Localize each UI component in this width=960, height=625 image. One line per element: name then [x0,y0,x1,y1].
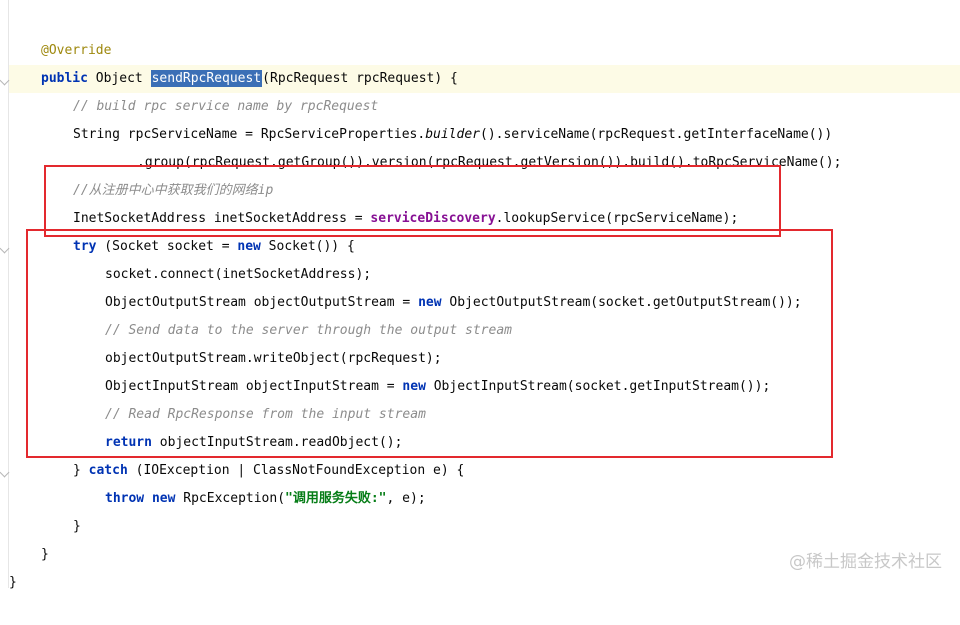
method-name-selected[interactable]: sendRpcRequest [150,70,263,87]
code-text: String rpcServiceName = RpcServiceProper… [73,127,833,142]
annotation-box-discovery [44,165,781,237]
code-text: } catch (IOException | ClassNotFoundExce… [73,463,465,478]
method-signature: public Object sendRpcRequest(RpcRequest … [41,65,458,93]
return-type: Object [87,71,151,86]
code-line-18: } [9,513,960,541]
fold-marker-icon[interactable] [1,77,8,83]
fold-marker-icon[interactable] [1,245,8,251]
watermark: @稀土掘金技术社区 [789,552,942,572]
code-line-2: public Object sendRpcRequest(RpcRequest … [9,65,960,93]
annotation-override: @Override [41,43,112,58]
fold-marker-icon[interactable] [1,469,8,475]
code-line-4: String rpcServiceName = RpcServiceProper… [9,121,960,149]
code-line-1: @Override [9,37,960,65]
annotation-box-socket [26,229,833,458]
keyword-public: public [41,71,88,86]
code-line-3: // build rpc service name by rpcRequest [9,93,960,121]
code-comment: // build rpc service name by rpcRequest [73,99,379,114]
method-params: (RpcRequest rpcRequest) { [262,71,458,86]
code-line-17: throw new RpcException("调用服务失败:", e); [9,485,960,513]
code-text: } [41,547,49,562]
code-text: throw new RpcException("调用服务失败:", e); [105,491,426,506]
code-line-20: } [9,569,960,597]
code-line-16: } catch (IOException | ClassNotFoundExce… [9,457,960,485]
code-text: } [9,575,17,590]
code-text: } [73,519,81,534]
